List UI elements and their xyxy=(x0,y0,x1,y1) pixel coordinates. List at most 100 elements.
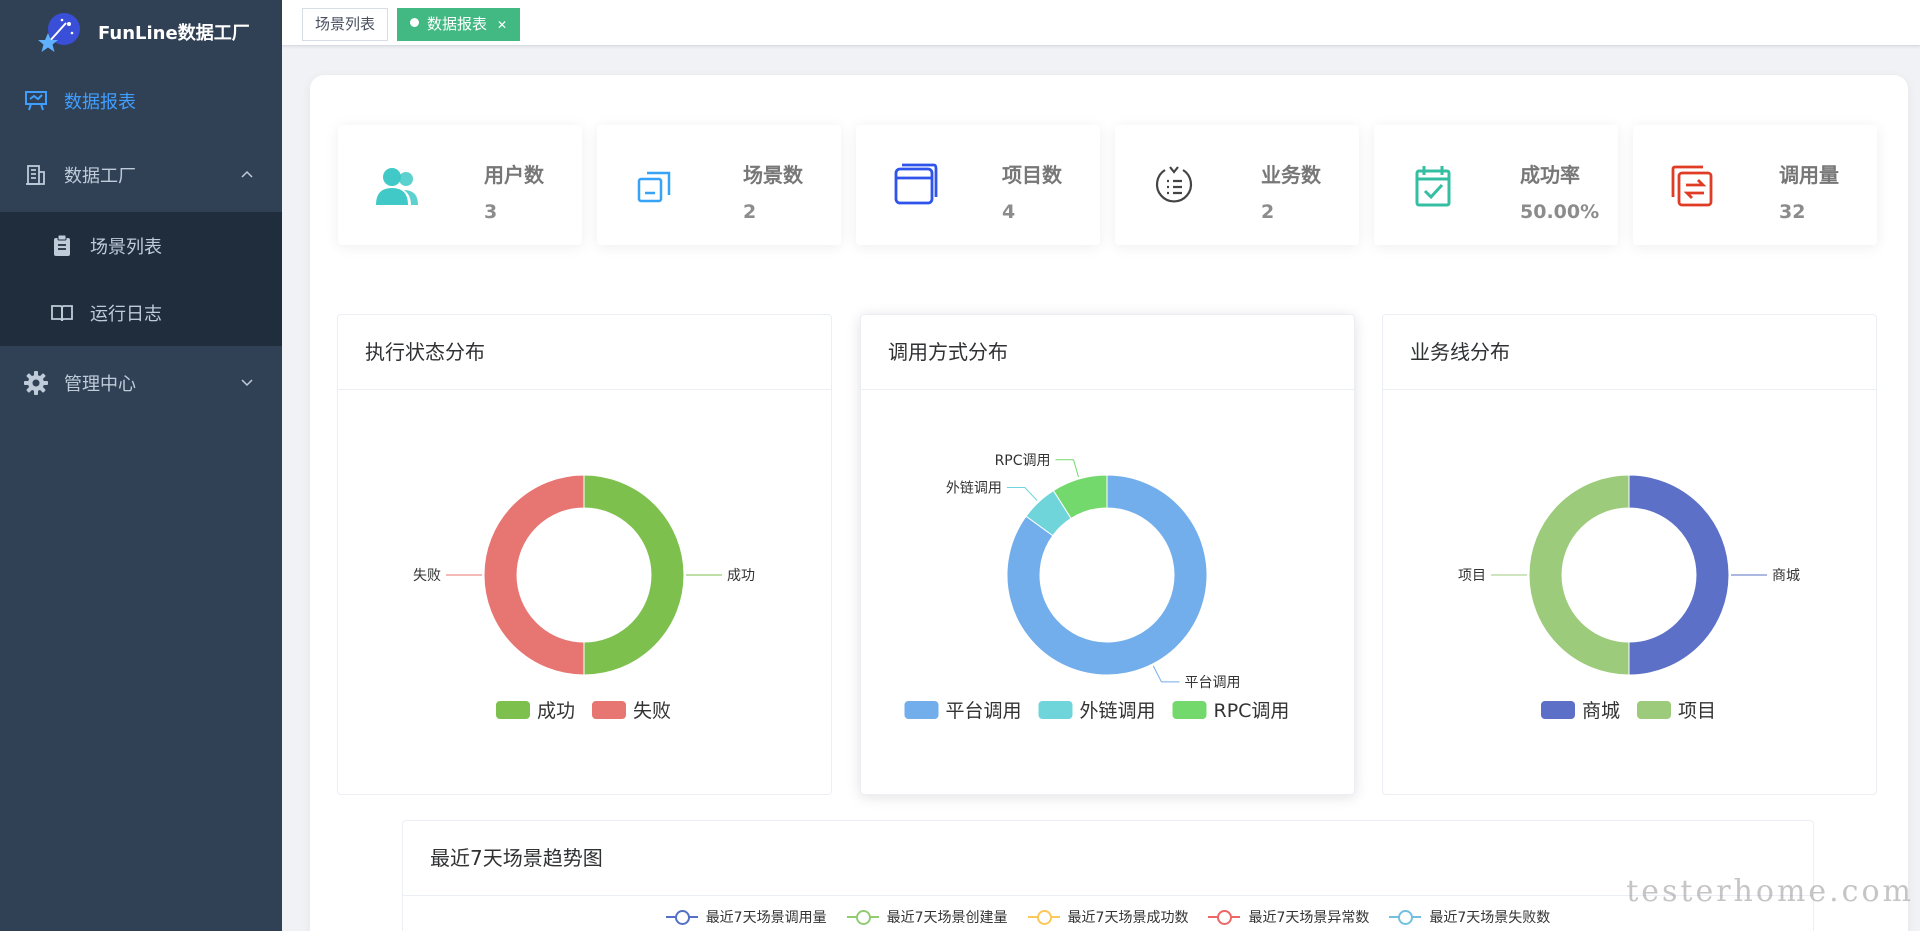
sidebar-item-label: 场景列表 xyxy=(90,236,162,258)
pie-slice[interactable] xyxy=(1628,474,1730,676)
legend-line-icon xyxy=(665,909,698,925)
card-title: 最近7天场景趋势图 xyxy=(403,821,1813,896)
trend-chart-card: 最近7天场景趋势图 最近7天场景调用量 最近7天场景创建量 最近7天场景成功数 最近7… xyxy=(402,820,1814,931)
legend-swatch[interactable] xyxy=(496,701,530,719)
legend-line-icon xyxy=(846,909,879,925)
app-title: FunLine数据工厂 xyxy=(98,23,250,44)
trend-legend: 最近7天场景调用量 最近7天场景创建量 最近7天场景成功数 最近7天场景异常数 最近7天… xyxy=(403,907,1813,927)
sidebar-item-label: 管理中心 xyxy=(64,374,136,395)
tag-label: 场景列表 xyxy=(315,15,376,33)
method-pie-chart[interactable]: 平台调用外链调用RPC调用平台调用 外链调用 RPC调用 xyxy=(861,391,1354,795)
legend-item[interactable]: 最近7天场景调用量 xyxy=(665,907,827,927)
legend-swatch[interactable] xyxy=(592,701,626,719)
stat-label: 调用量 xyxy=(1779,163,1839,187)
legend-label[interactable]: 外链调用 xyxy=(1080,700,1156,722)
book-icon xyxy=(50,301,74,325)
pie-slice[interactable] xyxy=(583,474,685,676)
status-pie-chart[interactable]: 成功失败成功 失败 xyxy=(338,391,831,795)
slice-label: 项目 xyxy=(1458,568,1486,584)
sidebar-item-data-factory[interactable]: 数据工厂 xyxy=(0,138,282,212)
slice-label: RPC调用 xyxy=(995,453,1051,469)
legend-label[interactable]: 成功 xyxy=(537,700,575,722)
card-title: 调用方式分布 xyxy=(861,315,1354,390)
method-chart-card: 调用方式分布 平台调用 外链调用 RPC调用 平台调用 外链调用 RPC调用 xyxy=(860,314,1355,795)
legend-swatch[interactable] xyxy=(1541,701,1575,719)
tag-scene-list[interactable]: 场景列表 xyxy=(302,8,389,41)
stat-label: 用户数 xyxy=(484,163,544,187)
business-chart-card: 业务线分布 商城 项目 商城 项目 xyxy=(1382,314,1877,795)
stat-card-projects[interactable]: 项目数 4 xyxy=(856,125,1100,245)
pie-slice[interactable] xyxy=(483,474,585,676)
stat-label: 场景数 xyxy=(743,163,803,187)
slice-label: 成功 xyxy=(727,568,755,584)
close-icon[interactable]: ✕ xyxy=(497,18,507,32)
card-title: 业务线分布 xyxy=(1383,315,1876,390)
legend-swatch[interactable] xyxy=(1038,701,1073,719)
slice-label: 商城 xyxy=(1772,568,1800,584)
legend-label[interactable]: 失败 xyxy=(633,700,671,722)
sidebar-item-label: 运行日志 xyxy=(90,303,162,325)
chevron-down-icon xyxy=(240,375,254,391)
stat-card-users[interactable]: 用户数 3 xyxy=(338,125,582,245)
pie-slice[interactable] xyxy=(1528,474,1630,676)
stat-card-business[interactable]: 业务数 2 xyxy=(1115,125,1359,245)
logo[interactable]: FunLine数据工厂 xyxy=(0,0,282,64)
legend-label[interactable]: 平台调用 xyxy=(946,700,1022,722)
sidebar-item-label: 数据工厂 xyxy=(64,166,136,187)
stat-label: 成功率 xyxy=(1520,163,1580,187)
stat-card-scenes[interactable]: 场景数 2 xyxy=(597,125,841,245)
legend-line-icon xyxy=(1027,909,1060,925)
legend-item[interactable]: 最近7天场景异常数 xyxy=(1208,907,1369,927)
tags-view: 场景列表 数据报表 ✕ xyxy=(282,0,1920,46)
list-circle-icon xyxy=(1151,163,1197,209)
slice-label: 外链调用 xyxy=(946,481,1002,497)
legend-item[interactable]: 最近7天场景创建量 xyxy=(846,907,1008,927)
stat-value: 3 xyxy=(484,201,498,223)
stat-value: 2 xyxy=(1261,201,1275,223)
sidebar-item-admin-center[interactable]: 管理中心 xyxy=(0,346,282,420)
legend-label[interactable]: 项目 xyxy=(1678,700,1716,722)
stat-value: 32 xyxy=(1779,201,1806,223)
legend-label[interactable]: 商城 xyxy=(1582,700,1620,722)
sidebar-item-scene-list[interactable]: 场景列表 xyxy=(0,212,282,279)
stat-label: 业务数 xyxy=(1261,163,1321,187)
stat-card-success-rate[interactable]: 成功率 50.00% xyxy=(1374,125,1618,245)
stat-value: 50.00% xyxy=(1520,201,1600,223)
label-line xyxy=(1006,487,1038,501)
legend-label: 最近7天场景成功数 xyxy=(1067,910,1189,926)
sidebar-item-run-log[interactable]: 运行日志 xyxy=(0,279,282,346)
tag-data-report[interactable]: 数据报表 ✕ xyxy=(397,8,521,41)
legend-item[interactable]: 最近7天场景成功数 xyxy=(1027,907,1189,927)
gear-icon xyxy=(24,371,48,395)
legend-item[interactable]: 最近7天场景失败数 xyxy=(1389,907,1550,927)
copy-icon xyxy=(633,163,679,209)
label-line xyxy=(1055,459,1080,478)
legend-label: 最近7天场景异常数 xyxy=(1248,910,1370,926)
stat-value: 2 xyxy=(743,201,757,223)
chevron-up-icon xyxy=(240,167,254,183)
users-icon xyxy=(374,163,420,209)
stat-label: 项目数 xyxy=(1002,163,1062,187)
building-icon xyxy=(24,163,48,187)
exchange-icon xyxy=(1669,163,1715,209)
submenu-data-factory: 场景列表 运行日志 xyxy=(0,212,282,346)
clipboard-icon xyxy=(50,234,74,258)
legend-swatch[interactable] xyxy=(904,701,939,719)
calendar-check-icon xyxy=(1410,163,1456,209)
slice-label: 平台调用 xyxy=(1184,675,1240,691)
sidebar-item-label: 数据报表 xyxy=(64,92,136,113)
label-line xyxy=(1152,665,1180,683)
legend-swatch[interactable] xyxy=(1172,701,1207,719)
legend-line-icon xyxy=(1208,909,1241,925)
slice-label: 失败 xyxy=(413,568,441,584)
window-icon xyxy=(892,163,938,209)
legend-label: 最近7天场景创建量 xyxy=(886,910,1008,926)
logo-icon xyxy=(38,9,84,55)
business-pie-chart[interactable]: 商城项目商城 项目 xyxy=(1383,391,1876,795)
active-dot-icon xyxy=(410,18,419,27)
legend-swatch[interactable] xyxy=(1637,701,1671,719)
legend-label[interactable]: RPC调用 xyxy=(1214,700,1290,722)
sidebar-item-data-report[interactable]: 数据报表 xyxy=(0,64,282,138)
stat-value: 4 xyxy=(1002,201,1016,223)
stat-card-invocations[interactable]: 调用量 32 xyxy=(1633,125,1877,245)
